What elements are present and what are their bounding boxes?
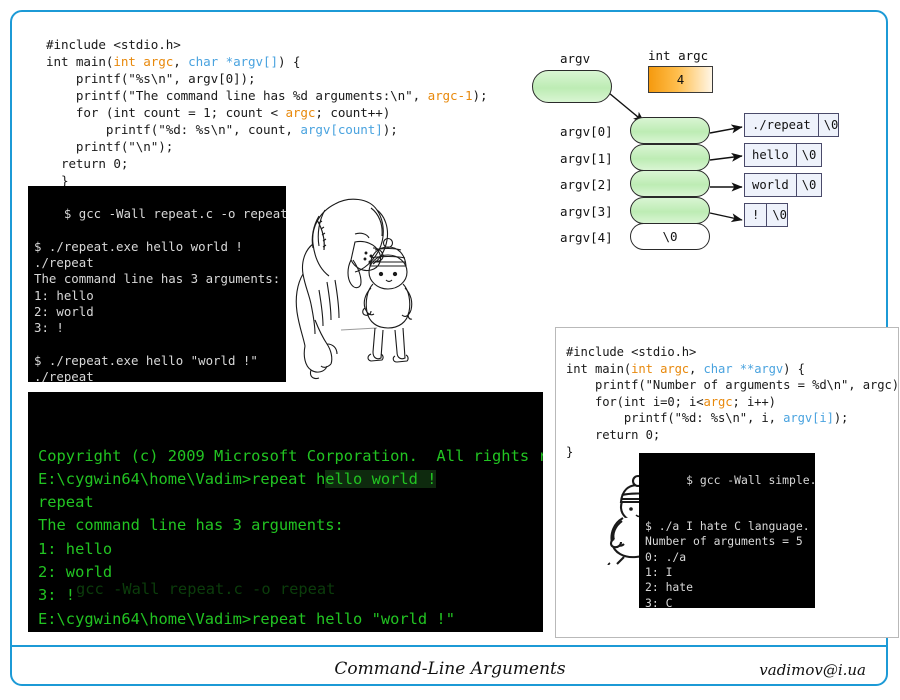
code-token: printf("%d: %s\n", count, [46, 122, 301, 137]
argv-slot-2 [630, 170, 710, 197]
argv-string-0: ./repeat \0 [744, 113, 839, 137]
code-token: ); [472, 88, 488, 103]
code-token: argv[count] [300, 122, 383, 137]
author-email: vadimov@i.ua [759, 661, 866, 679]
argv-slot-0 [630, 117, 710, 144]
terminal-line: Copyright (c) 2009 Microsoft Corporation… [38, 446, 543, 465]
code-token: return 0; [46, 156, 129, 171]
code-line: printf("%s\n", argv[0]); [46, 70, 516, 87]
code-token: printf("%d: %s\n", i, [566, 411, 784, 426]
argv-string-terminator: \0 [795, 174, 822, 196]
code-token: printf("Number of arguments = %d\n", arg… [566, 378, 900, 393]
terminal-bash[interactable]: $ gcc -Wall repeat.c -o repeat $ ./repea… [28, 186, 286, 382]
simple-c-card: #include <stdio.h> int main(int argc, cha… [555, 327, 900, 638]
argv-string-text: ./repeat [752, 118, 811, 132]
argv-memory-diagram: argv int argc 4 argv[0] argv[1] argv[2] arg… [532, 37, 900, 272]
argv-slot-label-2: argv[2] [560, 177, 613, 192]
argv-string-2: world \0 [744, 173, 822, 197]
code-line: for (int count = 1; count < argc; count+… [46, 104, 516, 121]
code-token: ; count++) [315, 105, 391, 120]
argv-string-3: ! \0 [744, 203, 788, 227]
code-token: argc [703, 394, 733, 409]
argc-label: int argc [648, 48, 709, 63]
code-token: ); [382, 122, 398, 137]
code-line: #include <stdio.h> [566, 344, 896, 361]
argv-root-pointer [532, 70, 612, 103]
argv-slot-1 [630, 143, 710, 171]
argv-string-1: hello \0 [744, 143, 822, 167]
code-token: int main( [46, 54, 114, 69]
code-line: for(int i=0; i<argc; i++) [566, 394, 896, 411]
code-line: printf("Number of arguments = %d\n", arg… [566, 377, 900, 394]
code-token: , [173, 54, 189, 69]
code-token: ; i++) [732, 394, 776, 409]
terminal-line: repeat [38, 493, 94, 512]
code-token: char *argv[] [188, 54, 278, 69]
code-token: #include <stdio.h> [46, 37, 181, 52]
code-line: int main(int argc, char **argv) { [566, 361, 896, 378]
code-token: ) { [783, 361, 805, 376]
argv-root-label: argv [560, 51, 591, 66]
code-token: argc [285, 105, 316, 120]
dog-and-child-illustration [289, 190, 424, 382]
code-token: printf("The command line has %d argument… [46, 88, 428, 103]
code-token: int main( [566, 361, 632, 376]
terminal-simple-text: $ gcc -Wall simple.c $ ./a I hate C lang… [645, 473, 815, 608]
terminal-cygwin[interactable]: Copyright (c) 2009 Microsoft Corporation… [28, 392, 543, 632]
argv-string-terminator: \0 [817, 114, 844, 136]
terminal-line: repeat [38, 631, 543, 632]
code-token: ) { [277, 54, 301, 69]
terminal-line: E:\cygwin64\home\Vadim>repeat hello "wor… [38, 609, 455, 628]
code-line: return 0; [566, 427, 896, 444]
code-token: } [566, 444, 574, 459]
code-block-repeat-c: #include <stdio.h> int main(int argc, cha… [46, 36, 516, 189]
terminal-simple[interactable]: $ gcc -Wall simple.c $ ./a I hate C lang… [639, 453, 815, 608]
code-token: int argc [113, 54, 174, 69]
code-line: printf("%d: %s\n", count, argv[count]); [46, 121, 516, 138]
code-token: printf("\n"); [46, 139, 174, 154]
argv-slot-3 [630, 196, 710, 224]
argv-string-terminator: \0 [766, 204, 792, 226]
code-line: printf("\n"); [46, 138, 516, 155]
argv-slot-label-4: argv[4] [560, 230, 613, 245]
argv-string-text: world [752, 178, 789, 192]
footer-divider [10, 645, 888, 647]
terminal-line: The command line has 3 arguments: [38, 516, 344, 535]
argv-slot-4: \0 [630, 223, 710, 250]
code-token: ); [833, 411, 849, 426]
terminal-bash-text: $ gcc -Wall repeat.c -o repeat $ ./repea… [34, 206, 286, 382]
argv-slot-label-1: argv[1] [560, 150, 613, 166]
code-line: printf("%d: %s\n", i, argv[i]); [566, 410, 896, 427]
code-line: int main(int argc, char *argv[]) { [46, 53, 516, 70]
code-token: argv[i] [783, 411, 834, 426]
slide-frame: #include <stdio.h> int main(int argc, cha… [10, 10, 900, 686]
terminal-line: 1: hello [38, 539, 113, 558]
terminal-cygwin-output: Copyright (c) 2009 Microsoft Corporation… [38, 445, 543, 632]
argv-slot-label-3: argv[3] [560, 203, 613, 219]
code-token: char **argv [703, 361, 784, 376]
code-token: printf("%s\n", argv[0]); [46, 71, 256, 86]
code-token: for (int count = 1; count < [46, 105, 286, 120]
code-token: #include <stdio.h> [566, 345, 697, 359]
code-token: for(int i=0; i< [566, 394, 704, 409]
argc-value-box: 4 [648, 66, 713, 93]
code-token: , [689, 361, 704, 376]
code-token: argc-1 [427, 88, 473, 103]
argv-string-text: hello [752, 148, 789, 162]
code-line: #include <stdio.h> [46, 36, 516, 53]
terminal-line: E:\cygwin64\home\Vadim>repeat hello worl… [38, 469, 437, 488]
argv-slot-label-0: argv[0] [560, 124, 613, 139]
argv-string-text: ! [752, 208, 760, 222]
code-line: return 0; [46, 155, 516, 172]
argv-string-terminator: \0 [795, 144, 822, 166]
code-token: int argc [631, 361, 690, 376]
code-token: return 0; [566, 427, 661, 442]
code-line: printf("The command line has %d argument… [46, 87, 516, 104]
code-block-simple-c: #include <stdio.h> int main(int argc, cha… [566, 344, 900, 460]
